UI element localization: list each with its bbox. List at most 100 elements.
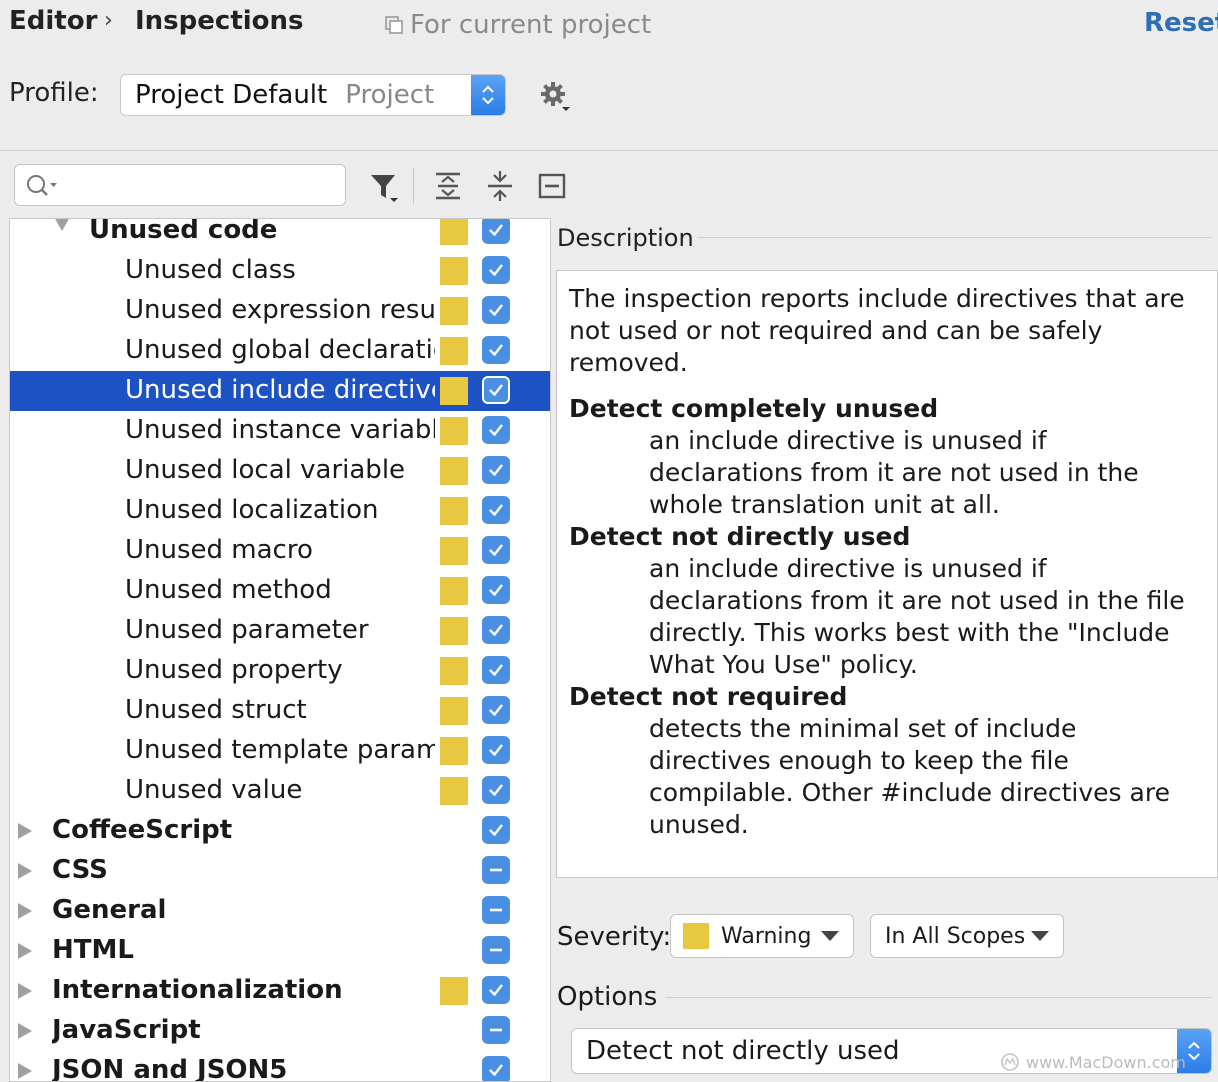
collapsed-triangle-icon[interactable] [18, 903, 32, 919]
indeterminate-checkbox[interactable] [482, 856, 510, 884]
tree-category-row[interactable]: JSON and JSON5 [10, 1051, 550, 1081]
enabled-checkbox[interactable] [482, 296, 510, 324]
tree-row-label: Unused class [125, 255, 296, 285]
reset-to-default-icon[interactable] [536, 170, 568, 202]
enabled-checkbox[interactable] [482, 776, 510, 804]
tree-row-label: CoffeeScript [52, 815, 233, 845]
tree-row[interactable]: Unused code [10, 218, 550, 251]
breadcrumb-separator-icon: › [104, 8, 113, 33]
inspection-tree[interactable]: Unused code Unused class Unused expression… [9, 218, 551, 1082]
tree-row-label: Unused struct [125, 695, 307, 725]
tree-row-label: Unused code [89, 218, 278, 245]
tree-row[interactable]: Unused method [10, 571, 550, 611]
option-term: Detect not directly used [569, 522, 911, 551]
tree-category-row[interactable]: General [10, 891, 550, 931]
dash-icon [490, 868, 502, 872]
collapsed-triangle-icon[interactable] [18, 1023, 32, 1039]
tree-row[interactable]: Unused value [10, 771, 550, 811]
checkmark-icon [489, 624, 503, 637]
watermark: www.MacDown.com [1000, 1052, 1186, 1072]
checkmark-icon [489, 584, 503, 597]
enabled-checkbox[interactable] [482, 336, 510, 364]
profile-type: Project [345, 80, 435, 110]
enabled-checkbox[interactable] [482, 536, 510, 564]
tree-row-label: Unused include directive [125, 375, 435, 405]
collapsed-triangle-icon[interactable] [18, 1063, 32, 1079]
tree-row[interactable]: Unused macro [10, 531, 550, 571]
severity-swatch [440, 657, 468, 685]
scope-dropdown[interactable]: In All Scopes [870, 914, 1064, 958]
reset-link[interactable]: Reset [1144, 8, 1218, 38]
profile-label: Profile: [9, 78, 99, 108]
tree-row-label: CSS [52, 855, 108, 885]
expand-all-icon[interactable] [432, 170, 464, 202]
tree-row[interactable]: Unused property [10, 651, 550, 691]
dash-icon [490, 948, 502, 952]
search-input[interactable] [14, 164, 346, 206]
tree-row[interactable]: Unused parameter [10, 611, 550, 651]
collapsed-triangle-icon[interactable] [18, 943, 32, 959]
enabled-checkbox[interactable] [482, 219, 510, 244]
enabled-checkbox[interactable] [482, 656, 510, 684]
severity-value: Warning [721, 923, 812, 949]
severity-swatch [440, 977, 468, 1005]
enabled-checkbox[interactable] [482, 1056, 510, 1081]
severity-label: Severity: [557, 922, 672, 952]
tree-row[interactable]: Unused expression result [10, 291, 550, 331]
severity-dropdown[interactable]: Warning [670, 914, 854, 958]
checkmark-icon [489, 984, 503, 997]
tree-category-row[interactable]: JavaScript [10, 1011, 550, 1051]
description-divider [698, 237, 1212, 238]
tree-row-label: Unused global declaration [125, 335, 435, 365]
tree-row[interactable]: Unused global declaration [10, 331, 550, 371]
tree-row[interactable]: Unused localization [10, 491, 550, 531]
breadcrumb-inspections: Inspections [135, 6, 304, 36]
enabled-checkbox[interactable] [482, 616, 510, 644]
collapsed-triangle-icon[interactable] [18, 983, 32, 999]
filter-icon[interactable] [368, 170, 400, 202]
tree-category-row[interactable]: CSS [10, 851, 550, 891]
indeterminate-checkbox[interactable] [482, 1016, 510, 1044]
enabled-checkbox[interactable] [482, 256, 510, 284]
copy-icon [385, 16, 403, 34]
updown-chevron-icon [471, 75, 505, 115]
enabled-checkbox[interactable] [482, 496, 510, 524]
dash-icon [490, 1028, 502, 1032]
tree-row-label: HTML [52, 935, 134, 965]
checkmark-icon [489, 664, 503, 677]
enabled-checkbox[interactable] [482, 816, 510, 844]
indeterminate-checkbox[interactable] [482, 936, 510, 964]
enabled-checkbox[interactable] [482, 696, 510, 724]
indeterminate-checkbox[interactable] [482, 896, 510, 924]
tree-row-label: Unused template parameter [125, 735, 435, 765]
tree-category-row[interactable]: CoffeeScript [10, 811, 550, 851]
severity-swatch [440, 219, 468, 245]
enabled-checkbox[interactable] [482, 456, 510, 484]
tree-row[interactable]: Unused template parameter [10, 731, 550, 771]
tree-row[interactable]: Unused struct [10, 691, 550, 731]
description-title: Description [557, 224, 694, 252]
profile-select[interactable]: Project Default Project [120, 74, 506, 116]
tree-row-label: Unused local variable [125, 455, 406, 485]
severity-swatch [440, 577, 468, 605]
collapse-all-icon[interactable] [484, 170, 516, 202]
enabled-checkbox[interactable] [482, 736, 510, 764]
checkmark-icon [489, 264, 503, 277]
enabled-checkbox[interactable] [482, 576, 510, 604]
collapsed-triangle-icon[interactable] [18, 823, 32, 839]
tree-row[interactable]: Unused instance variable [10, 411, 550, 451]
tree-row[interactable]: Unused include directive [10, 371, 550, 411]
tree-category-row[interactable]: Internationalization [10, 971, 550, 1011]
tree-category-row[interactable]: HTML [10, 931, 550, 971]
enabled-checkbox[interactable] [482, 376, 510, 404]
tree-row[interactable]: Unused local variable [10, 451, 550, 491]
breadcrumb-editor[interactable]: Editor [9, 6, 97, 36]
enabled-checkbox[interactable] [482, 976, 510, 1004]
tree-row[interactable]: Unused class [10, 251, 550, 291]
enabled-checkbox[interactable] [482, 416, 510, 444]
expanded-triangle-icon[interactable] [54, 219, 70, 231]
dash-icon [490, 908, 502, 912]
description-panel: The inspection reports include directive… [556, 270, 1218, 878]
collapsed-triangle-icon[interactable] [18, 863, 32, 879]
gear-icon[interactable] [538, 80, 572, 114]
